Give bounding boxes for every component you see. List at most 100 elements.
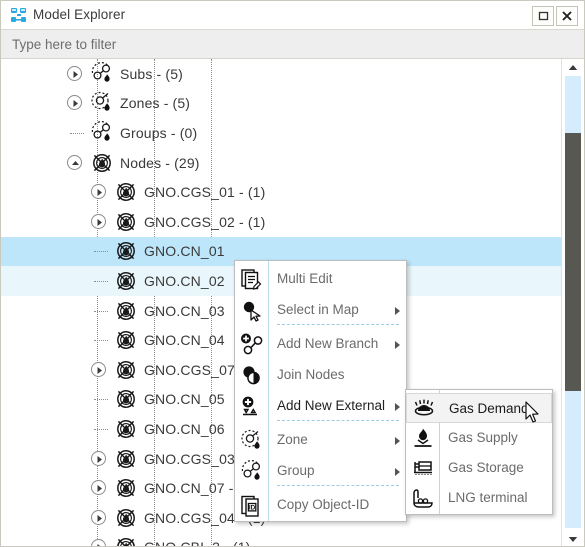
title-bar: Model Explorer [1,1,584,30]
subs-icon [89,61,115,87]
vertical-scrollbar[interactable] [561,59,583,546]
group-icon [239,459,265,485]
context-menu-item[interactable]: Add New Branch [235,329,408,360]
context-menu-item[interactable]: Group [235,456,408,487]
scrollbar-thumb[interactable] [565,133,581,391]
tree-item-label: GNO.CGS_01 - (1) [144,184,266,201]
submenu-item[interactable]: Gas Supply [406,423,554,453]
gas-demand-icon [411,396,437,422]
submenu-arrow-icon [395,403,400,411]
tree-connector [94,280,108,282]
model-explorer-window: Model Explorer Subs - (5) Zones - (5) Grou… [0,0,585,547]
expand-toggle-icon[interactable] [91,480,106,496]
tree-row[interactable]: GNO.CGS_01 - (1) [1,177,563,207]
expand-toggle-icon[interactable] [67,65,82,81]
submenu-item-label: Gas Storage [448,460,524,475]
tree-item-label: GNO.CN_03 [144,302,225,319]
submenu-arrow-icon [395,341,400,349]
tree-item-label: GNO.CN_02 [144,272,225,289]
context-menu-item[interactable]: Select in Map [235,295,408,326]
join-nodes-icon [239,363,265,389]
context-menu-item-label: Join Nodes [277,367,345,382]
context-menu-item[interactable]: Multi Edit [235,264,408,295]
context-menu-item-label: Zone [277,432,308,447]
node-icon [113,179,139,205]
node-icon [113,475,139,501]
tree-item-label: GNO.CN_01 [144,243,225,260]
tree-connector [70,132,84,134]
submenu-arrow-icon [395,307,400,315]
submenu-item-label: LNG terminal [448,490,528,505]
node-icon [113,534,139,546]
context-menu-item-label: Group [277,463,315,478]
node-icon [113,446,139,472]
close-button[interactable] [556,6,578,26]
restore-button[interactable] [532,6,554,26]
add-external-icon [239,394,265,420]
context-menu-item-label: Multi Edit [277,271,333,286]
context-menu-item-label: Select in Map [277,302,359,317]
scroll-down-arrow[interactable] [565,531,581,546]
context-menu[interactable]: Multi Edit Select in Map Add New Branch Joi… [234,260,407,522]
context-menu-item[interactable]: Zone [235,425,408,456]
zones-icon [89,90,115,116]
tree-connector [94,399,108,401]
model-explorer-icon [10,7,28,24]
tree-connector [94,251,108,253]
multi-edit-icon [239,267,265,293]
node-icon [113,209,139,235]
expand-toggle-icon[interactable] [91,509,106,525]
submenu-item[interactable]: LNG terminal [406,483,554,513]
submenu-arrow-icon [395,468,400,476]
submenu-item[interactable]: Gas Storage [406,453,554,483]
tree-connector [94,428,108,430]
context-menu-separator [277,420,399,421]
tree-row[interactable]: GNO.CGS_02 - (1) [1,207,563,237]
context-menu-separator [277,324,399,325]
context-menu-item[interactable]: Join Nodes [235,360,408,391]
copy-object-id-icon: ID [239,493,265,519]
tree-item-label: GNO.CN_06 [144,420,225,437]
groups-icon [89,120,115,146]
node-icon [113,327,139,353]
filter-input[interactable] [10,35,550,54]
expand-toggle-icon[interactable] [91,361,106,377]
tree-row[interactable]: Nodes - (29) [1,148,563,178]
tree-row[interactable]: Subs - (5) [1,59,563,89]
context-menu-item-label: Add New Branch [277,336,379,351]
context-menu-separator [277,485,399,486]
submenu-item-label: Gas Supply [448,430,518,445]
node-icon [113,416,139,442]
tree-item-label: Zones - (5) [120,95,191,112]
tree-item-label: GNO.CGS_02 - (1) [144,213,266,230]
tree-item-label: Subs - (5) [120,65,183,82]
expand-toggle-icon[interactable] [91,213,106,229]
context-menu-item-label: Add New External [277,398,386,413]
submenu-item[interactable]: Gas Demand [406,393,552,423]
node-icon [113,386,139,412]
node-icon [89,150,115,176]
zone-icon [239,428,265,454]
expand-toggle-icon[interactable] [91,539,106,546]
select-in-map-icon [239,298,265,324]
expand-toggle-icon[interactable] [91,450,106,466]
tree-row[interactable]: Zones - (5) [1,89,563,119]
node-icon [113,357,139,383]
collapse-toggle-icon[interactable] [67,154,82,170]
tree-item-label: GNO.CN_05 [144,391,225,408]
tree-item-label: Groups - (0) [120,124,198,141]
context-menu-item[interactable]: ID Copy Object-ID [235,490,408,521]
tree-row[interactable]: Groups - (0) [1,118,563,148]
expand-toggle-icon[interactable] [67,95,82,111]
expand-toggle-icon[interactable] [91,184,106,200]
tree-item-label: Nodes - (29) [120,154,200,171]
submenu-arrow-icon [395,437,400,445]
scroll-up-arrow[interactable] [565,59,581,75]
tree-connector [94,340,108,342]
tree-row[interactable]: GNO.CBI_2 - (1) [1,533,563,546]
node-icon [113,238,139,264]
context-menu-item[interactable]: Add New External [235,391,408,422]
add-new-external-submenu[interactable]: Gas Demand Gas Supply Gas Storage LNG termi… [405,389,553,515]
window-title: Model Explorer [33,7,126,22]
tree-item-label: GNO.CBI_2 - (1) [144,537,251,546]
